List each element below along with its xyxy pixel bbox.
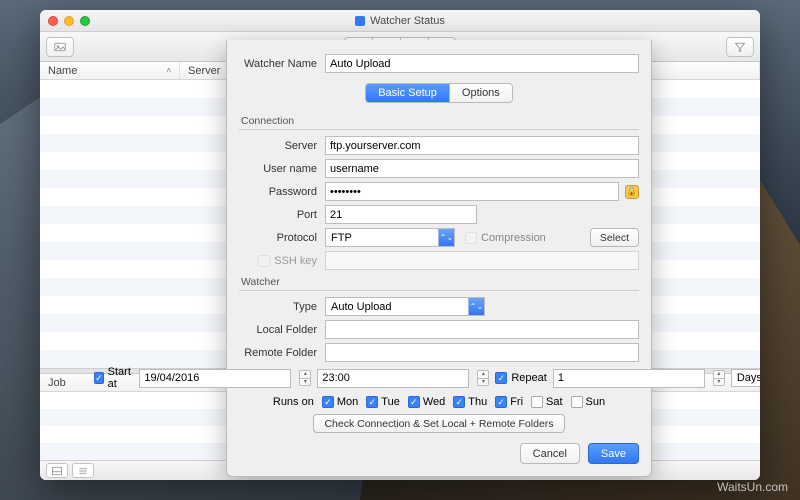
local-folder-label: Local Folder — [239, 324, 325, 336]
day-label: Mon — [337, 396, 358, 408]
password-input[interactable] — [325, 182, 619, 201]
day-checkbox[interactable]: ✓ — [495, 396, 507, 408]
window-title: Watcher Status — [370, 15, 445, 27]
chevron-updown-icon: ⌃⌄ — [468, 298, 484, 315]
save-button[interactable]: Save — [588, 443, 639, 464]
filter-icon — [734, 41, 746, 53]
gallery-icon — [54, 41, 66, 53]
server-input[interactable] — [325, 136, 639, 155]
day-label: Sun — [586, 396, 606, 408]
layout-icon — [51, 465, 63, 477]
local-folder-input[interactable] — [325, 320, 639, 339]
watcher-section-title: Watcher — [241, 276, 639, 288]
sheet-tabs: Basic Setup Options — [365, 83, 513, 103]
day-wed[interactable]: ✓Wed — [408, 396, 445, 408]
day-label: Tue — [381, 396, 400, 408]
protocol-value: FTP — [326, 232, 357, 244]
divider — [239, 290, 639, 291]
check-connection-button[interactable]: Check Connection & Set Local + Remote Fo… — [313, 414, 564, 433]
day-label: Wed — [423, 396, 445, 408]
lock-icon[interactable]: 🔒 — [625, 185, 639, 199]
day-label: Sat — [546, 396, 563, 408]
day-thu[interactable]: ✓Thu — [453, 396, 487, 408]
password-label: Password — [239, 186, 325, 198]
watermark: WaitsUn.com — [717, 480, 788, 494]
layout-toggle-button[interactable] — [46, 463, 68, 478]
column-job-label: Job — [48, 377, 66, 389]
split-icon — [77, 465, 89, 477]
day-label: Thu — [468, 396, 487, 408]
column-server-label: Server — [188, 65, 220, 77]
divider — [239, 129, 639, 130]
day-checkbox[interactable] — [531, 396, 543, 408]
protocol-label: Protocol — [239, 232, 325, 244]
repeat-checkbox[interactable]: ✓ — [495, 372, 507, 384]
username-input[interactable] — [325, 159, 639, 178]
repeat-value-input[interactable] — [553, 369, 705, 388]
day-checkbox[interactable]: ✓ — [453, 396, 465, 408]
column-name[interactable]: Name ˄ — [40, 62, 180, 79]
cancel-button[interactable]: Cancel — [520, 443, 580, 464]
sshkey-checkbox — [258, 255, 270, 267]
select-button[interactable]: Select — [590, 228, 639, 247]
day-sat[interactable]: Sat — [531, 396, 563, 408]
app-icon — [355, 16, 365, 26]
time-stepper[interactable]: ▴▾ — [477, 370, 489, 386]
day-sun[interactable]: Sun — [571, 396, 606, 408]
chevron-updown-icon: ⌃⌄ — [438, 229, 454, 246]
sshkey-label: SSH key — [274, 255, 317, 267]
compression-label: Compression — [481, 232, 546, 244]
day-label: Fri — [510, 396, 523, 408]
repeat-unit-combo[interactable]: Days ⌃⌄ — [731, 369, 760, 387]
sshkey-input — [325, 251, 639, 270]
username-label: User name — [239, 163, 325, 175]
type-value: Auto Upload — [326, 301, 397, 313]
day-checkbox[interactable] — [571, 396, 583, 408]
compression-checkbox — [465, 232, 477, 244]
tab-options[interactable]: Options — [449, 84, 512, 102]
app-window: Watcher Status — [40, 10, 760, 480]
type-combo[interactable]: Auto Upload ⌃⌄ — [325, 297, 485, 316]
remote-folder-input[interactable] — [325, 343, 639, 362]
date-stepper[interactable]: ▴▾ — [299, 370, 311, 386]
repeat-unit-value: Days — [732, 372, 760, 384]
day-checkbox[interactable]: ✓ — [366, 396, 378, 408]
server-label: Server — [239, 140, 325, 152]
filter-button[interactable] — [726, 37, 754, 57]
day-checkbox[interactable]: ✓ — [408, 396, 420, 408]
start-date-input[interactable] — [139, 369, 291, 388]
column-name-label: Name — [48, 65, 77, 77]
remote-folder-label: Remote Folder — [239, 347, 325, 359]
start-at-checkbox[interactable]: ✓ — [94, 372, 104, 384]
runs-on-row: Runs on ✓Mon✓Tue✓Wed✓Thu✓FriSatSun — [239, 396, 639, 408]
type-label: Type — [239, 301, 325, 313]
day-checkbox[interactable]: ✓ — [322, 396, 334, 408]
day-fri[interactable]: ✓Fri — [495, 396, 523, 408]
gallery-button[interactable] — [46, 37, 74, 57]
protocol-combo[interactable]: FTP ⌃⌄ — [325, 228, 455, 247]
titlebar: Watcher Status — [40, 10, 760, 32]
tab-basic-setup[interactable]: Basic Setup — [366, 84, 449, 102]
port-input[interactable] — [325, 205, 477, 224]
sort-indicator-icon: ˄ — [166, 66, 171, 75]
day-tue[interactable]: ✓Tue — [366, 396, 400, 408]
watcher-name-label: Watcher Name — [239, 58, 325, 70]
day-mon[interactable]: ✓Mon — [322, 396, 358, 408]
runs-on-label: Runs on — [273, 396, 314, 408]
repeat-stepper[interactable]: ▴▾ — [713, 370, 725, 386]
start-at-label: Start at — [108, 366, 134, 390]
start-time-input[interactable] — [317, 369, 469, 388]
split-toggle-button[interactable] — [72, 463, 94, 478]
port-label: Port — [239, 209, 325, 221]
watcher-edit-sheet: Watcher Name Basic Setup Options Connect… — [226, 40, 652, 477]
watcher-name-input[interactable] — [325, 54, 639, 73]
connection-section-title: Connection — [241, 115, 639, 127]
repeat-label: Repeat — [511, 372, 546, 384]
